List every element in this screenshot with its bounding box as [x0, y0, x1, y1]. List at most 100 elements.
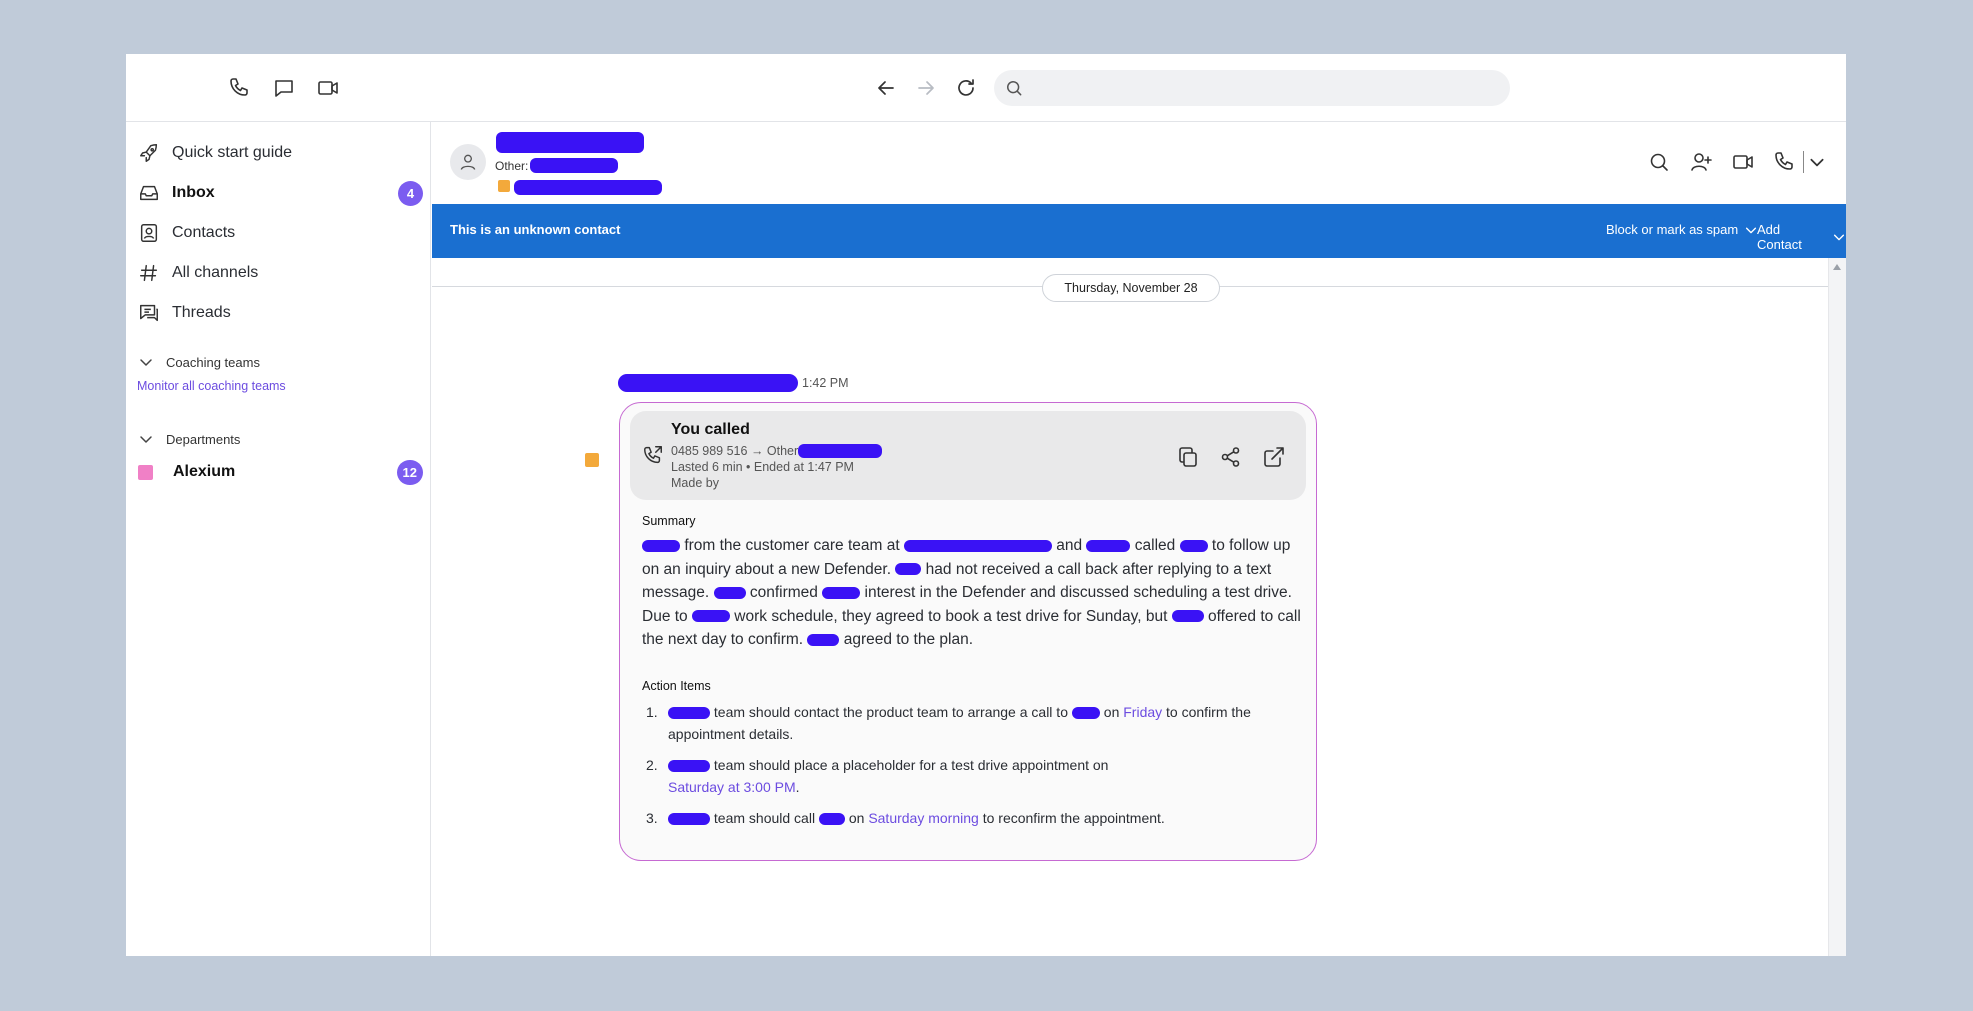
- list-item: 1. team should contact the product team …: [642, 701, 1302, 745]
- avatar[interactable]: [450, 144, 486, 180]
- coaching-teams-section[interactable]: Coaching teams: [138, 351, 260, 373]
- sidebar-item-label: Quick start guide: [172, 144, 293, 161]
- outgoing-call-icon: [642, 444, 664, 466]
- forward-arrow-icon[interactable]: [914, 76, 938, 100]
- add-contact-label: Add Contact: [1757, 222, 1802, 252]
- item-number: 2.: [646, 757, 658, 773]
- summary-fragment: work schedule, they agreed to book a tes…: [734, 607, 1168, 625]
- search-icon: [1004, 78, 1024, 98]
- item-text: team should place a placeholder for a te…: [713, 757, 1109, 773]
- item-text: team should call: [713, 810, 816, 826]
- rocket-icon: [138, 142, 160, 164]
- summary-fragment: and: [1056, 537, 1083, 554]
- add-user-icon[interactable]: [1689, 150, 1713, 174]
- top-toolbar: [126, 54, 1846, 122]
- threads-icon: [138, 302, 160, 324]
- chevron-down-icon[interactable]: [1808, 153, 1826, 171]
- screenshot-frame: Quick start guide Inbox 4 Contacts All c…: [0, 0, 1973, 1011]
- department-color-swatch: [138, 464, 153, 480]
- contact-other-number: Other:: [495, 158, 619, 173]
- item-text: to reconfirm the appointment.: [982, 810, 1165, 826]
- section-title: Departments: [166, 431, 241, 447]
- sidebar-item-label: Inbox: [172, 184, 215, 201]
- sidebar-item-quick-start-guide[interactable]: Quick start guide: [138, 136, 423, 170]
- block-spam-dropdown[interactable]: Block or mark as spam: [1606, 222, 1758, 237]
- video-icon[interactable]: [316, 76, 340, 100]
- scroll-up-arrow-icon[interactable]: [1833, 264, 1841, 270]
- redacted-text: [895, 563, 922, 576]
- conversation-panel: Other: This is an unknown contact Block …: [432, 122, 1846, 956]
- sidebar: Quick start guide Inbox 4 Contacts All c…: [126, 122, 431, 956]
- redacted-text: [668, 707, 710, 720]
- message-contact-marker: [585, 453, 599, 467]
- search-input[interactable]: [1034, 74, 1494, 102]
- contacts-icon: [138, 222, 160, 244]
- item-text: on: [848, 810, 865, 826]
- chevron-down-icon: [138, 431, 154, 447]
- call-title: You called: [671, 421, 750, 438]
- hash-icon: [138, 262, 160, 284]
- sidebar-item-contacts[interactable]: Contacts: [138, 216, 423, 250]
- back-arrow-icon[interactable]: [874, 76, 898, 100]
- summary-label: Summary: [642, 514, 696, 528]
- departments-section[interactable]: Departments: [138, 428, 240, 450]
- contact-marker: [498, 180, 510, 192]
- item-text: .: [795, 779, 800, 795]
- call-duration: Lasted 6 min • Ended at 1:47 PM: [671, 460, 854, 474]
- date-separator: Thursday, November 28: [1042, 274, 1220, 302]
- app-window: Quick start guide Inbox 4 Contacts All c…: [126, 54, 1846, 956]
- message-sender-redacted: [618, 374, 798, 392]
- date-highlight-link[interactable]: Friday: [1123, 704, 1162, 720]
- unread-count-badge: 12: [396, 460, 423, 485]
- divider: [1803, 151, 1804, 173]
- contact-detail-redacted: [514, 180, 662, 195]
- list-item: 2. team should place a placeholder for a…: [642, 754, 1302, 798]
- inbox-icon: [138, 182, 160, 204]
- sidebar-item-label: Alexium: [173, 463, 236, 480]
- redacted-text: [1086, 539, 1131, 552]
- item-number: 3.: [646, 810, 658, 826]
- phone-icon[interactable]: [228, 76, 252, 100]
- date-highlight-link[interactable]: Saturday at 3:00 PM: [668, 779, 796, 795]
- list-item: 3. team should call on Saturday morning …: [642, 807, 1302, 829]
- search-icon[interactable]: [1647, 150, 1671, 174]
- monitor-coaching-teams-link[interactable]: Monitor all coaching teams: [137, 379, 286, 393]
- video-icon[interactable]: [1731, 150, 1755, 174]
- redacted-text: [807, 633, 840, 646]
- action-items-list: 1. team should contact the product team …: [642, 701, 1302, 838]
- contact-name-redacted: [496, 132, 644, 153]
- call-actions: [1157, 445, 1286, 469]
- chevron-down-icon: [138, 354, 154, 370]
- redacted-text: [642, 539, 680, 552]
- sidebar-item-label: Threads: [172, 304, 231, 321]
- redacted-text: [818, 813, 845, 826]
- sidebar-item-label: All channels: [172, 264, 259, 281]
- reload-icon[interactable]: [954, 76, 978, 100]
- share-icon[interactable]: [1219, 445, 1243, 469]
- sidebar-item-label: Contacts: [172, 224, 236, 241]
- call-summary-card: You called 0485 989 516 → Other Lasted 6…: [619, 402, 1317, 861]
- sidebar-item-alexium[interactable]: Alexium 12: [138, 455, 423, 489]
- block-spam-label: Block or mark as spam: [1606, 222, 1739, 237]
- message-icon[interactable]: [272, 76, 296, 100]
- contact-header: Other:: [432, 122, 1846, 204]
- sidebar-item-threads[interactable]: Threads: [138, 296, 423, 330]
- redacted-text: [691, 610, 730, 623]
- scrollbar[interactable]: [1828, 258, 1846, 956]
- action-items-label: Action Items: [642, 679, 711, 693]
- phone-icon[interactable]: [1773, 150, 1797, 174]
- open-external-icon[interactable]: [1262, 445, 1286, 469]
- call-made-by: Made by: [671, 476, 719, 490]
- chevron-down-icon: [1832, 230, 1846, 244]
- copy-icon[interactable]: [1176, 445, 1200, 469]
- banner-text: This is an unknown contact: [450, 222, 621, 237]
- message-time: 1:42 PM: [802, 376, 849, 390]
- summary-fragment: from the customer care team at: [684, 537, 900, 554]
- contact-actions: [1629, 150, 1826, 174]
- add-contact-dropdown[interactable]: Add Contact: [1757, 222, 1846, 252]
- summary-text: from the customer care team at and calle…: [642, 534, 1302, 652]
- sidebar-item-inbox[interactable]: Inbox 4: [138, 176, 423, 210]
- date-highlight-link[interactable]: Saturday morning: [868, 810, 979, 826]
- sidebar-item-all-channels[interactable]: All channels: [138, 256, 423, 290]
- search-bar[interactable]: [994, 70, 1510, 106]
